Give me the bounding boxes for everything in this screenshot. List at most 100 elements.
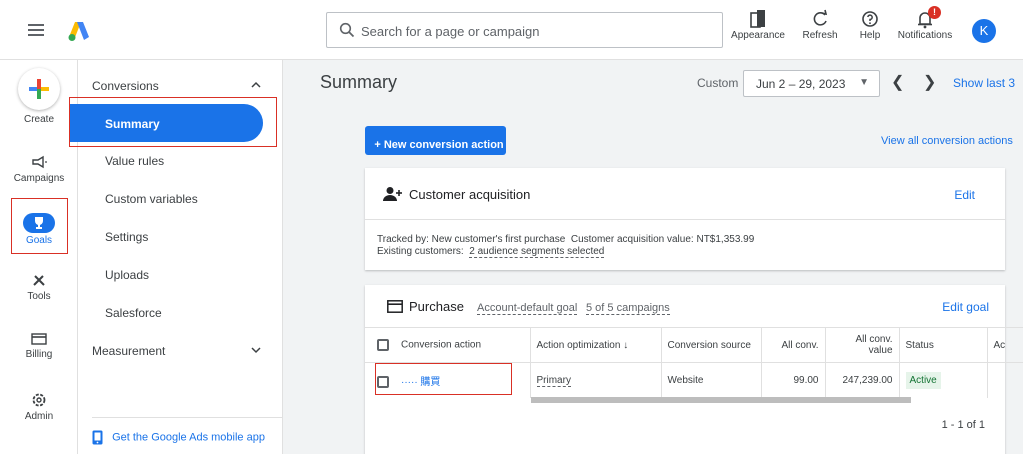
conversion-source-value: Website <box>661 362 762 398</box>
refresh-button[interactable]: Refresh <box>800 8 840 41</box>
top-bar: Appearance Refresh Help Notifications ! … <box>0 0 1023 60</box>
measurement-label: Measurement <box>92 344 166 358</box>
purchase-goal-card: Purchase Account-default goal 5 of 5 cam… <box>365 285 1023 454</box>
rail-billing[interactable]: Billing <box>0 332 78 360</box>
column-action-optimization-label: Action optimization <box>536 339 621 351</box>
rail-tools-label: Tools <box>27 291 51 302</box>
edit-goal-link[interactable]: Edit goal <box>942 300 989 314</box>
rail-campaigns[interactable]: Campaigns <box>0 154 78 184</box>
acquisition-value: NT$1,353.99 <box>696 234 755 245</box>
horizontal-scrollbar[interactable] <box>531 397 911 403</box>
rail-tools[interactable]: Tools <box>0 272 78 302</box>
wrench-icon <box>33 275 45 286</box>
nav-item-settings[interactable]: Settings <box>105 230 148 244</box>
gear-icon <box>32 393 46 407</box>
main-content: Summary Custom Jun 2 – 29, 2023 ▼ ❮ ❯ Sh… <box>283 60 1023 454</box>
chevron-up-icon <box>251 81 261 88</box>
column-conversion-source[interactable]: Conversion source <box>661 327 762 363</box>
select-all-checkbox[interactable] <box>377 339 389 351</box>
tracked-by-value: New customer's first purchase <box>431 234 566 245</box>
rail-admin-label: Admin <box>24 411 54 422</box>
summary-highlight <box>69 97 277 147</box>
column-ac[interactable]: Ac <box>987 327 1023 363</box>
column-all-conv-value[interactable]: All conv. value <box>825 327 900 363</box>
create-button[interactable] <box>18 68 60 110</box>
measurement-section[interactable]: Measurement <box>92 344 262 358</box>
next-period-icon[interactable]: ❯ <box>923 72 936 92</box>
purchase-title: Purchase <box>409 299 464 314</box>
action-optimization-value[interactable]: Primary <box>536 374 571 387</box>
megaphone-icon <box>32 155 47 169</box>
help-icon <box>862 11 878 27</box>
search-box[interactable] <box>326 12 723 48</box>
acquisition-value-label: Customer acquisition value: <box>570 234 694 245</box>
appearance-icon <box>750 10 765 28</box>
appearance-label: Appearance <box>731 30 785 41</box>
date-range-type: Custom <box>697 76 739 90</box>
trophy-icon <box>35 217 43 229</box>
notification-badge: ! <box>928 6 941 19</box>
appearance-button[interactable]: Appearance <box>731 8 785 41</box>
tracked-by-label: Tracked by: <box>377 234 429 245</box>
avatar[interactable]: K <box>972 19 996 43</box>
refresh-icon <box>813 9 828 26</box>
customer-acquisition-edit-link[interactable]: Edit <box>954 188 975 202</box>
search-icon <box>339 22 355 38</box>
mobile-app-link[interactable]: Get the Google Ads mobile app <box>92 417 282 445</box>
view-all-conversion-actions-link[interactable]: View all conversion actions <box>881 135 1013 147</box>
column-conversion-action[interactable]: Conversion action <box>365 327 531 363</box>
date-range-value: Jun 2 – 29, 2023 <box>756 77 846 91</box>
phone-icon <box>92 430 103 445</box>
column-all-conv-value-label: All conv. value <box>855 334 893 356</box>
nav-item-salesforce[interactable]: Salesforce <box>105 306 162 320</box>
menu-icon[interactable] <box>28 24 44 36</box>
column-ac-label: Ac <box>993 339 1006 351</box>
campaign-count[interactable]: 5 of 5 campaigns <box>586 302 670 315</box>
search-input[interactable] <box>361 21 701 41</box>
status-badge: Active <box>905 371 941 389</box>
conversions-label: Conversions <box>92 79 159 93</box>
person-add-icon <box>383 187 402 201</box>
nav-item-uploads[interactable]: Uploads <box>105 268 149 282</box>
customer-acquisition-card: Customer acquisition Edit Tracked by: Ne… <box>365 168 1005 270</box>
all-conv-value-amount: 247,239.00 <box>825 362 900 398</box>
previous-period-icon[interactable]: ❮ <box>891 72 904 92</box>
new-conversion-action-button[interactable]: + New conversion action <box>365 126 506 155</box>
rail-goals[interactable]: Goals <box>0 213 78 246</box>
help-label: Help <box>859 30 881 41</box>
ac-cell <box>987 362 1023 398</box>
rail-goals-label: Goals <box>25 235 53 246</box>
nav-item-value-rules[interactable]: Value rules <box>105 154 164 168</box>
page-title: Summary <box>320 72 398 92</box>
date-range-select[interactable]: Jun 2 – 29, 2023 ▼ <box>743 70 880 97</box>
card-icon <box>31 333 47 345</box>
customer-acquisition-title: Customer acquisition <box>409 187 531 202</box>
customer-acquisition-details: Tracked by: New customer's first purchas… <box>377 234 754 258</box>
goal-type[interactable]: Account-default goal <box>477 302 578 315</box>
chevron-down-icon <box>251 347 261 354</box>
plus-icon <box>29 79 49 99</box>
pagination-info: 1 - 1 of 1 <box>941 419 985 431</box>
refresh-label: Refresh <box>802 30 838 41</box>
conversions-section[interactable]: Conversions <box>92 79 262 93</box>
nav-item-custom-variables[interactable]: Custom variables <box>105 192 198 206</box>
rail-campaigns-label: Campaigns <box>13 173 65 184</box>
existing-customers-value[interactable]: 2 audience segments selected <box>469 246 605 258</box>
help-button[interactable]: Help <box>855 8 885 41</box>
dropdown-arrow-icon: ▼ <box>859 77 869 88</box>
rail-admin[interactable]: Admin <box>0 392 78 422</box>
rail-create-label: Create <box>23 114 54 125</box>
notifications-button[interactable]: Notifications <box>894 8 956 41</box>
purchase-icon <box>387 300 403 313</box>
column-conversion-source-label: Conversion source <box>667 339 751 351</box>
google-ads-logo[interactable] <box>67 20 91 42</box>
mobile-app-label: Get the Google Ads mobile app <box>112 431 265 444</box>
sub-navigation: Conversions Summary Value rules Custom v… <box>69 60 283 454</box>
table-header-row: Conversion action Action optimization ↓ … <box>365 327 1023 363</box>
column-status[interactable]: Status <box>899 327 988 363</box>
column-all-conv[interactable]: All conv. <box>761 327 826 363</box>
show-last-link[interactable]: Show last 3 <box>953 76 1015 90</box>
notifications-label: Notifications <box>897 30 953 41</box>
column-action-optimization[interactable]: Action optimization ↓ <box>530 327 662 363</box>
column-status-label: Status <box>905 339 934 351</box>
